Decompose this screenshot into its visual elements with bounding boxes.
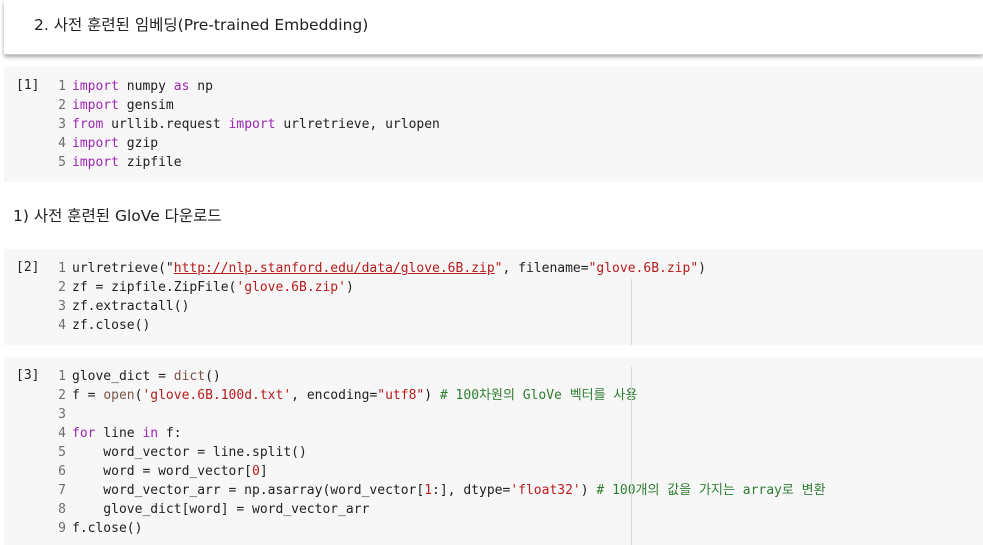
code-cell-3[interactable]: [3] 1 glove_dict = dict() 2 f = open('glove… — [4, 357, 983, 545]
code-line[interactable]: 5 word_vector = line.split() — [44, 443, 826, 462]
code-token: :], dtype= — [432, 483, 511, 498]
text-cell-section-heading[interactable]: 2. 사전 훈련된 임베딩(Pre-trained Embedding) — [4, 0, 983, 55]
code-token: f.close() — [72, 521, 143, 536]
line-number: 3 — [58, 299, 66, 314]
code-token: urlretrieve(" — [72, 261, 174, 276]
code-token: np — [189, 79, 213, 94]
code-line[interactable]: 4 for line in f: — [44, 424, 826, 443]
code-token: glove_dict[word] = word_vector_arr — [72, 502, 370, 517]
code-token: urllib.request — [103, 117, 229, 132]
code-token: word = word_vector[ — [72, 464, 253, 479]
line-number: 2 — [58, 388, 66, 403]
ruler-guide — [631, 279, 632, 345]
code-token: numpy — [118, 79, 174, 94]
line-number: 4 — [58, 426, 66, 441]
code-token: word_vector_arr = np.asarray(word_vector… — [72, 483, 425, 498]
code-token: "utf8" — [377, 388, 425, 403]
line-number: 6 — [58, 464, 66, 479]
code-token: # 100차원의 GloVe 벡터를 사용 — [439, 388, 638, 403]
code-token: f: — [158, 426, 182, 441]
code-token: in — [142, 426, 159, 441]
code-token: "glove.6B.zip" — [588, 261, 699, 276]
code-token: 0 — [252, 464, 260, 479]
line-number: 2 — [58, 280, 66, 295]
code-token: zf.extractall() — [72, 299, 190, 314]
section-heading: 2. 사전 훈련된 임베딩(Pre-trained Embedding) — [34, 16, 369, 34]
code-token: import — [228, 117, 276, 132]
markdown-subheading: 1) 사전 훈련된 GloVe 다운로드 — [13, 207, 222, 225]
code-line[interactable]: 7 word_vector_arr = np.asarray(word_vect… — [44, 481, 825, 500]
line-number: 9 — [58, 521, 66, 536]
line-number: 1 — [58, 261, 66, 276]
code-line[interactable]: 1 glove_dict = dict() — [44, 367, 826, 386]
code-line[interactable]: 2 zf = zipfile.ZipFile('glove.6B.zip') — [44, 278, 706, 297]
code-token: http://nlp.stanford.edu/data/glove.6B.zi… — [173, 261, 495, 276]
line-number: 7 — [58, 483, 66, 498]
code-line[interactable]: 4 zf.close() — [44, 316, 706, 335]
code-editor[interactable]: 1 glove_dict = dict() 2 f = open('glove.6B.… — [44, 367, 826, 538]
code-token: from — [72, 117, 104, 132]
code-line[interactable]: 2f = open('glove.6B.100d.txt', encoding=… — [44, 386, 826, 405]
code-token: dict — [173, 369, 206, 384]
code-token: as — [173, 79, 190, 94]
code-line[interactable]: 4 import gzip — [44, 134, 440, 153]
code-token: gzip — [118, 136, 159, 151]
code-token: 'glove.6B.zip' — [236, 280, 346, 295]
line-number: 4 — [58, 318, 66, 333]
line-number: 5 — [58, 155, 66, 170]
code-editor[interactable]: 1 urlretrieve("http://nlp.stanford.edu/da… — [44, 259, 706, 335]
code-token: 1 — [424, 483, 433, 498]
code-token: import — [72, 155, 119, 170]
code-token: zipfile — [118, 155, 182, 170]
line-number: 3 — [58, 407, 66, 422]
line-number: 3 — [58, 117, 66, 132]
code-token: gensim — [118, 98, 174, 113]
code-token: line — [95, 426, 143, 441]
code-token: 'float32' — [510, 483, 581, 498]
line-number: 2 — [58, 98, 66, 113]
code-token: ] — [259, 464, 268, 479]
code-token: , filename= — [502, 261, 589, 276]
code-line[interactable]: 5 import zipfile — [44, 153, 440, 172]
line-number: 5 — [58, 445, 66, 460]
code-line[interactable]: 1 urlretrieve("http://nlp.stanford.edu/da… — [44, 259, 706, 278]
code-token: word_vector = line.split() — [72, 445, 307, 460]
code-token: ) — [580, 483, 597, 498]
code-token: import — [72, 136, 119, 151]
code-token: zf = zipfile.ZipFile( — [72, 280, 237, 295]
code-cell-2[interactable]: [2] 1 urlretrieve("http://nlp.stanford.ed… — [4, 249, 983, 345]
code-token: urlretrieve, urlopen — [275, 117, 440, 132]
line-number: 1 — [58, 369, 66, 384]
line-number: 1 — [58, 79, 66, 94]
code-token: ) — [424, 388, 440, 403]
code-token: zf.close() — [72, 318, 151, 333]
code-token: ) — [698, 261, 706, 276]
ruler-guide — [631, 367, 632, 545]
code-line[interactable]: 3 from urllib.request import urlretrieve,… — [44, 115, 440, 134]
code-line[interactable]: 1 import numpy as np — [44, 77, 440, 96]
execution-count: [3] — [16, 368, 40, 383]
execution-count: [1] — [16, 78, 40, 93]
code-line[interactable]: 6 word = word_vector[0] — [44, 462, 826, 481]
code-token: import — [72, 98, 119, 113]
code-token: import — [72, 79, 119, 94]
code-cell-1[interactable]: [1] 1 import numpy as np 2 import gensim 3 fr… — [4, 67, 983, 182]
line-number: 8 — [58, 502, 66, 517]
code-token: for — [72, 426, 96, 441]
code-token: , encoding= — [291, 388, 378, 403]
code-token: open — [103, 388, 135, 403]
code-token: () — [205, 369, 221, 384]
code-line[interactable]: 3 zf.extractall() — [44, 297, 706, 316]
line-number: 4 — [58, 136, 66, 151]
code-token: 'glove.6B.100d.txt' — [142, 388, 292, 403]
code-editor[interactable]: 1 import numpy as np 2 import gensim 3 from u… — [44, 77, 440, 172]
code-line[interactable]: 3 — [44, 405, 826, 424]
code-token: glove_dict = — [72, 369, 174, 384]
code-line[interactable]: 8 glove_dict[word] = word_vector_arr — [44, 500, 826, 519]
code-token: f = — [72, 388, 104, 403]
execution-count: [2] — [16, 260, 40, 275]
code-line[interactable]: 2 import gensim — [44, 96, 440, 115]
code-line[interactable]: 9 f.close() — [44, 519, 826, 538]
code-token: ) — [345, 280, 354, 295]
